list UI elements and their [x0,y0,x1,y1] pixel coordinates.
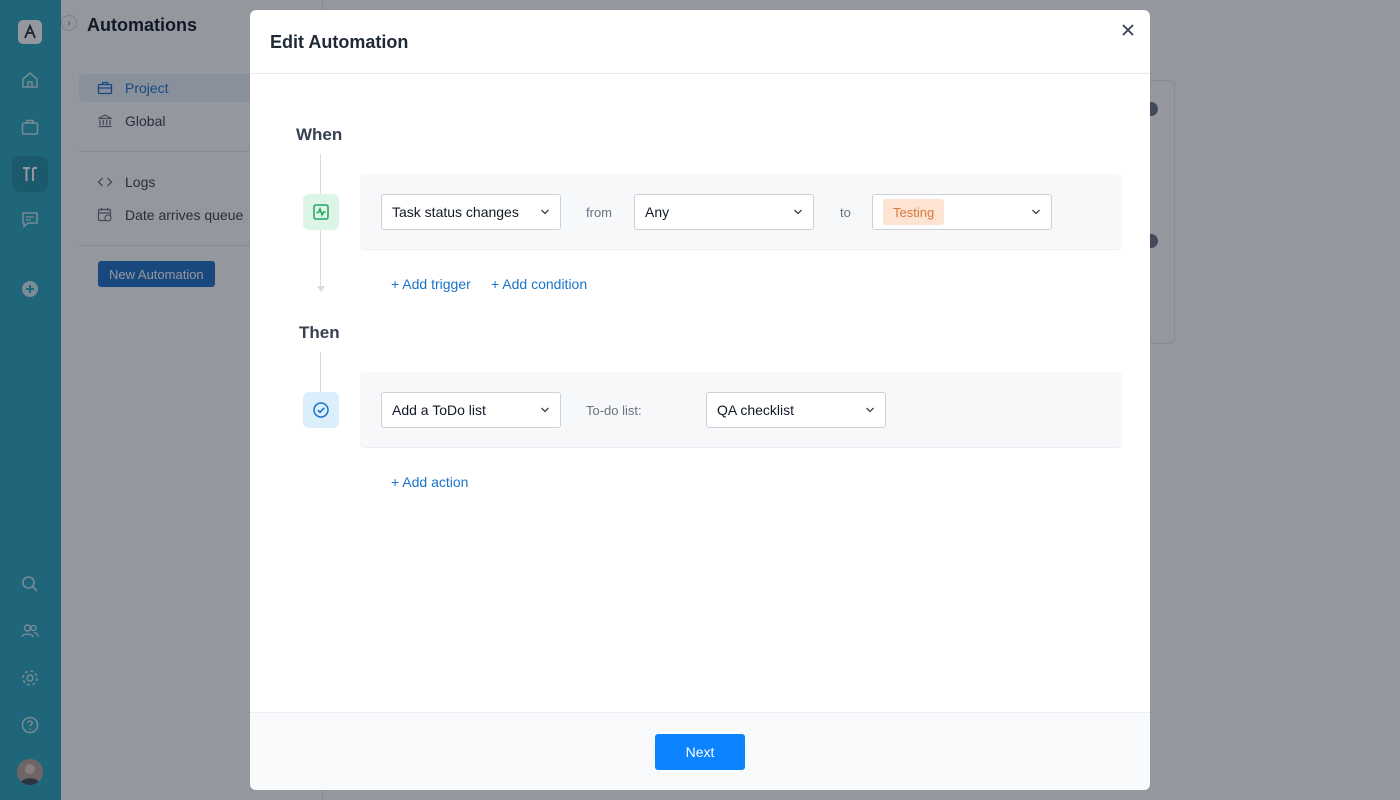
chevron-down-icon [541,209,549,215]
then-label: Then [299,323,340,342]
todo-list-value: QA checklist [717,402,795,418]
chevron-down-icon [794,209,802,215]
arrow-down-icon [317,286,325,292]
trigger-type-value: Task status changes [392,204,519,220]
chevron-down-icon [1032,209,1040,215]
trigger-row: Task status changes from Any to Testing [360,174,1122,250]
add-condition-link[interactable]: + Add condition [491,276,587,292]
close-icon[interactable] [1116,18,1140,42]
trigger-type-select[interactable]: Task status changes [381,194,561,230]
to-status-select[interactable]: Testing [872,194,1052,230]
todo-list-select[interactable]: QA checklist [706,392,886,428]
next-button[interactable]: Next [655,734,745,770]
action-row: Add a ToDo list To-do list: QA checklist [360,372,1122,448]
add-action-link[interactable]: + Add action [391,474,468,490]
chevron-down-icon [541,407,549,413]
when-label: When [296,125,343,144]
flow-line [320,352,321,392]
chevron-down-icon [866,407,874,413]
modal-title: Edit Automation [270,32,409,52]
modal-footer: Next [250,712,1150,790]
add-trigger-link[interactable]: + Add trigger [391,276,471,292]
from-label: from [586,205,612,220]
from-status-select[interactable]: Any [634,194,814,230]
check-circle-icon [303,392,339,428]
edit-automation-modal: Edit Automation When Task status changes… [250,10,1150,790]
action-type-value: Add a ToDo list [392,402,486,418]
activity-icon [303,194,339,230]
todo-list-label: To-do list: [586,403,642,418]
from-status-value: Any [645,204,670,220]
status-badge: Testing [883,199,945,225]
modal-header: Edit Automation [250,10,1150,74]
action-type-select[interactable]: Add a ToDo list [381,392,561,428]
to-label: to [840,205,851,220]
